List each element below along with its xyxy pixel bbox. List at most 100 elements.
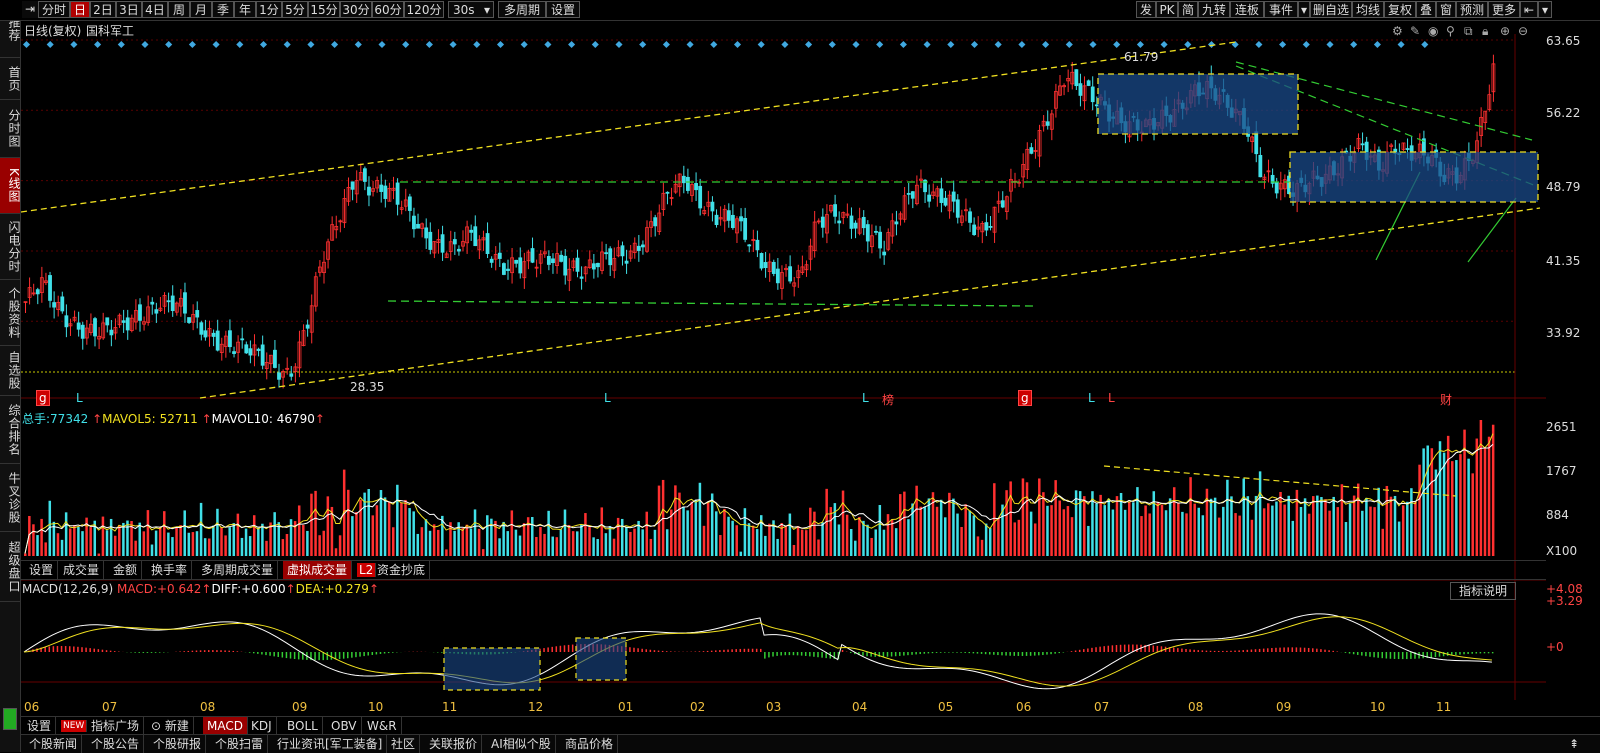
toolbar-settings[interactable]: 设置 [546,1,580,18]
event-marker-l[interactable]: L [1108,391,1115,405]
event-marker-l[interactable]: L [1088,391,1095,405]
sidebar-item-kline[interactable]: K线图 [0,158,20,214]
sidebar-item-timeshare[interactable]: 分时图 [0,100,20,158]
bottom-tab-community[interactable]: 社区 [387,735,420,753]
indicator-tab-boll[interactable]: BOLL [283,717,323,735]
volume-tab-volume[interactable]: 成交量 [59,561,104,579]
volume-tab-settings[interactable]: 设置 [25,561,58,579]
bottom-tab-related-quotes[interactable]: 关联报价 [425,735,482,753]
toolbar-day[interactable]: 日 [70,1,90,18]
toolbar-2day[interactable]: 2日 [90,1,116,18]
toolbar-nine-turn[interactable]: 九转 [1198,1,1230,18]
indicator-tab-macd[interactable]: MACD [203,717,248,735]
macd-bar [249,652,251,653]
toolbar-events[interactable]: 事件 [1264,1,1298,18]
indicator-help-button[interactable]: 指标说明 [1450,582,1516,600]
indicator-tab-kdj[interactable]: KDJ [247,717,277,735]
sidebar-item-watchlist[interactable]: 自选股 [0,346,20,396]
toolbar-30min[interactable]: 30分 [340,1,372,18]
toolbar-events-dropdown-icon[interactable]: ▾ [1298,1,1310,18]
volume-bar [1431,448,1434,556]
toolbar-publish[interactable]: 发 [1136,1,1156,18]
bottom-tab-announcements[interactable]: 个股公告 [87,735,144,753]
indicator-tab-wr[interactable]: W&R [363,717,402,735]
toolbar-quarter[interactable]: 季 [212,1,234,18]
event-marker-financial[interactable]: 财 [1440,391,1452,408]
volume-tab-fund-bottom[interactable]: 资金抄底 [373,561,430,579]
event-marker-g[interactable]: g [1018,390,1032,406]
indicator-tab-square[interactable]: 指标广场 [87,717,144,735]
sidebar-item-ranking[interactable]: 综合排名 [0,396,20,464]
volume-tab-amount[interactable]: 金额 [109,561,142,579]
macd-bar [1337,651,1339,652]
toolbar-menu-dropdown-icon[interactable]: ▾ [1538,1,1552,18]
toolbar-60min[interactable]: 60分 [372,1,404,18]
bottom-tab-research[interactable]: 个股研报 [149,735,206,753]
toolbar-120min[interactable]: 120分 [404,1,444,18]
volume-bar [723,509,726,556]
volume-bar [1128,502,1131,556]
volume-tab-multi-period[interactable]: 多周期成交量 [197,561,278,579]
chart-area[interactable] [21,34,1546,700]
candle-body [155,310,158,314]
bottom-tab-industry-news[interactable]: 行业资讯[军工装备] [273,735,387,753]
toolbar-ma[interactable]: 均线 [1352,1,1384,18]
toolbar-remove-watchlist[interactable]: 删自选 [1310,1,1352,18]
toolbar-1min[interactable]: 1分 [256,1,282,18]
event-marker-g[interactable]: g [36,390,50,406]
volume-bar [24,554,27,556]
indicator-tab-new[interactable]: ⊙ 新建 [147,717,194,735]
sidebar-item-diagnosis[interactable]: 牛叉诊股 [0,464,20,532]
volume-bar [801,530,804,556]
macd-bar [797,652,799,655]
candle-body [564,256,567,275]
toolbar-overlay[interactable]: 叠 [1416,1,1436,18]
candle-body [862,217,865,227]
volume-bar [699,483,702,556]
toolbar-multi-period[interactable]: 多周期 [498,1,546,18]
macd-bar [282,652,284,658]
toolbar-30s[interactable]: 30s▾ [448,1,494,18]
bottom-tab-commodity[interactable]: 商品价格 [561,735,618,753]
bottom-tab-ai-similar[interactable]: AI相似个股 [487,735,556,753]
candle-body [384,186,387,199]
toolbar-limit-board[interactable]: 连板 [1230,1,1264,18]
toolbar-adjust[interactable]: 复权 [1384,1,1416,18]
event-marker-l[interactable]: L [604,391,611,405]
event-marker-ranking[interactable]: 榜 [882,391,894,408]
toolbar-5min[interactable]: 5分 [282,1,308,18]
toolbar-more[interactable]: 更多 [1488,1,1520,18]
macd-bar [756,649,758,652]
toolbar-week[interactable]: 周 [168,1,190,18]
toolbar-year[interactable]: 年 [234,1,256,18]
sidebar-item-super-panel[interactable]: 超级盘口 [0,532,20,602]
event-marker-l[interactable]: L [76,391,83,405]
candle-body [895,222,898,224]
toolbar-15min[interactable]: 15分 [308,1,340,18]
volume-bar [466,525,469,556]
toolbar-forecast[interactable]: 预测 [1456,1,1488,18]
sidebar-collapse-icon[interactable] [3,708,17,730]
sidebar-item-stock-profile[interactable]: 个股资料 [0,280,20,346]
toolbar-pk[interactable]: PK [1156,1,1178,18]
volume-tab-virtual[interactable]: 虚拟成交量 [283,561,352,579]
sidebar-item-flash-timeshare[interactable]: 闪电分时 [0,214,20,280]
toolbar-3day[interactable]: 3日 [116,1,142,18]
toolbar-pin-icon[interactable]: ⇥ [22,1,38,18]
toolbar-window[interactable]: 窗 [1436,1,1456,18]
macd-bar [727,650,729,652]
indicator-tab-settings[interactable]: 设置 [23,717,56,735]
bottom-tab-risk-scan[interactable]: 个股扫雷 [211,735,268,753]
indicator-tab-obv[interactable]: OBV [327,717,362,735]
sidebar-item-home[interactable]: 首页 [0,58,20,100]
bottom-tab-expand-icon[interactable]: ⇞ [1565,735,1583,753]
bottom-tab-news[interactable]: 个股新闻 [25,735,82,753]
toolbar-back-icon[interactable]: ⇤ [1520,1,1538,18]
event-marker-l[interactable]: L [862,391,869,405]
volume-tab-turnover[interactable]: 换手率 [147,561,192,579]
toolbar-timeshare[interactable]: 分时 [38,1,70,18]
macd-bar [1300,648,1302,652]
toolbar-simple[interactable]: 简 [1178,1,1198,18]
toolbar-4day[interactable]: 4日 [142,1,168,18]
toolbar-month[interactable]: 月 [190,1,212,18]
